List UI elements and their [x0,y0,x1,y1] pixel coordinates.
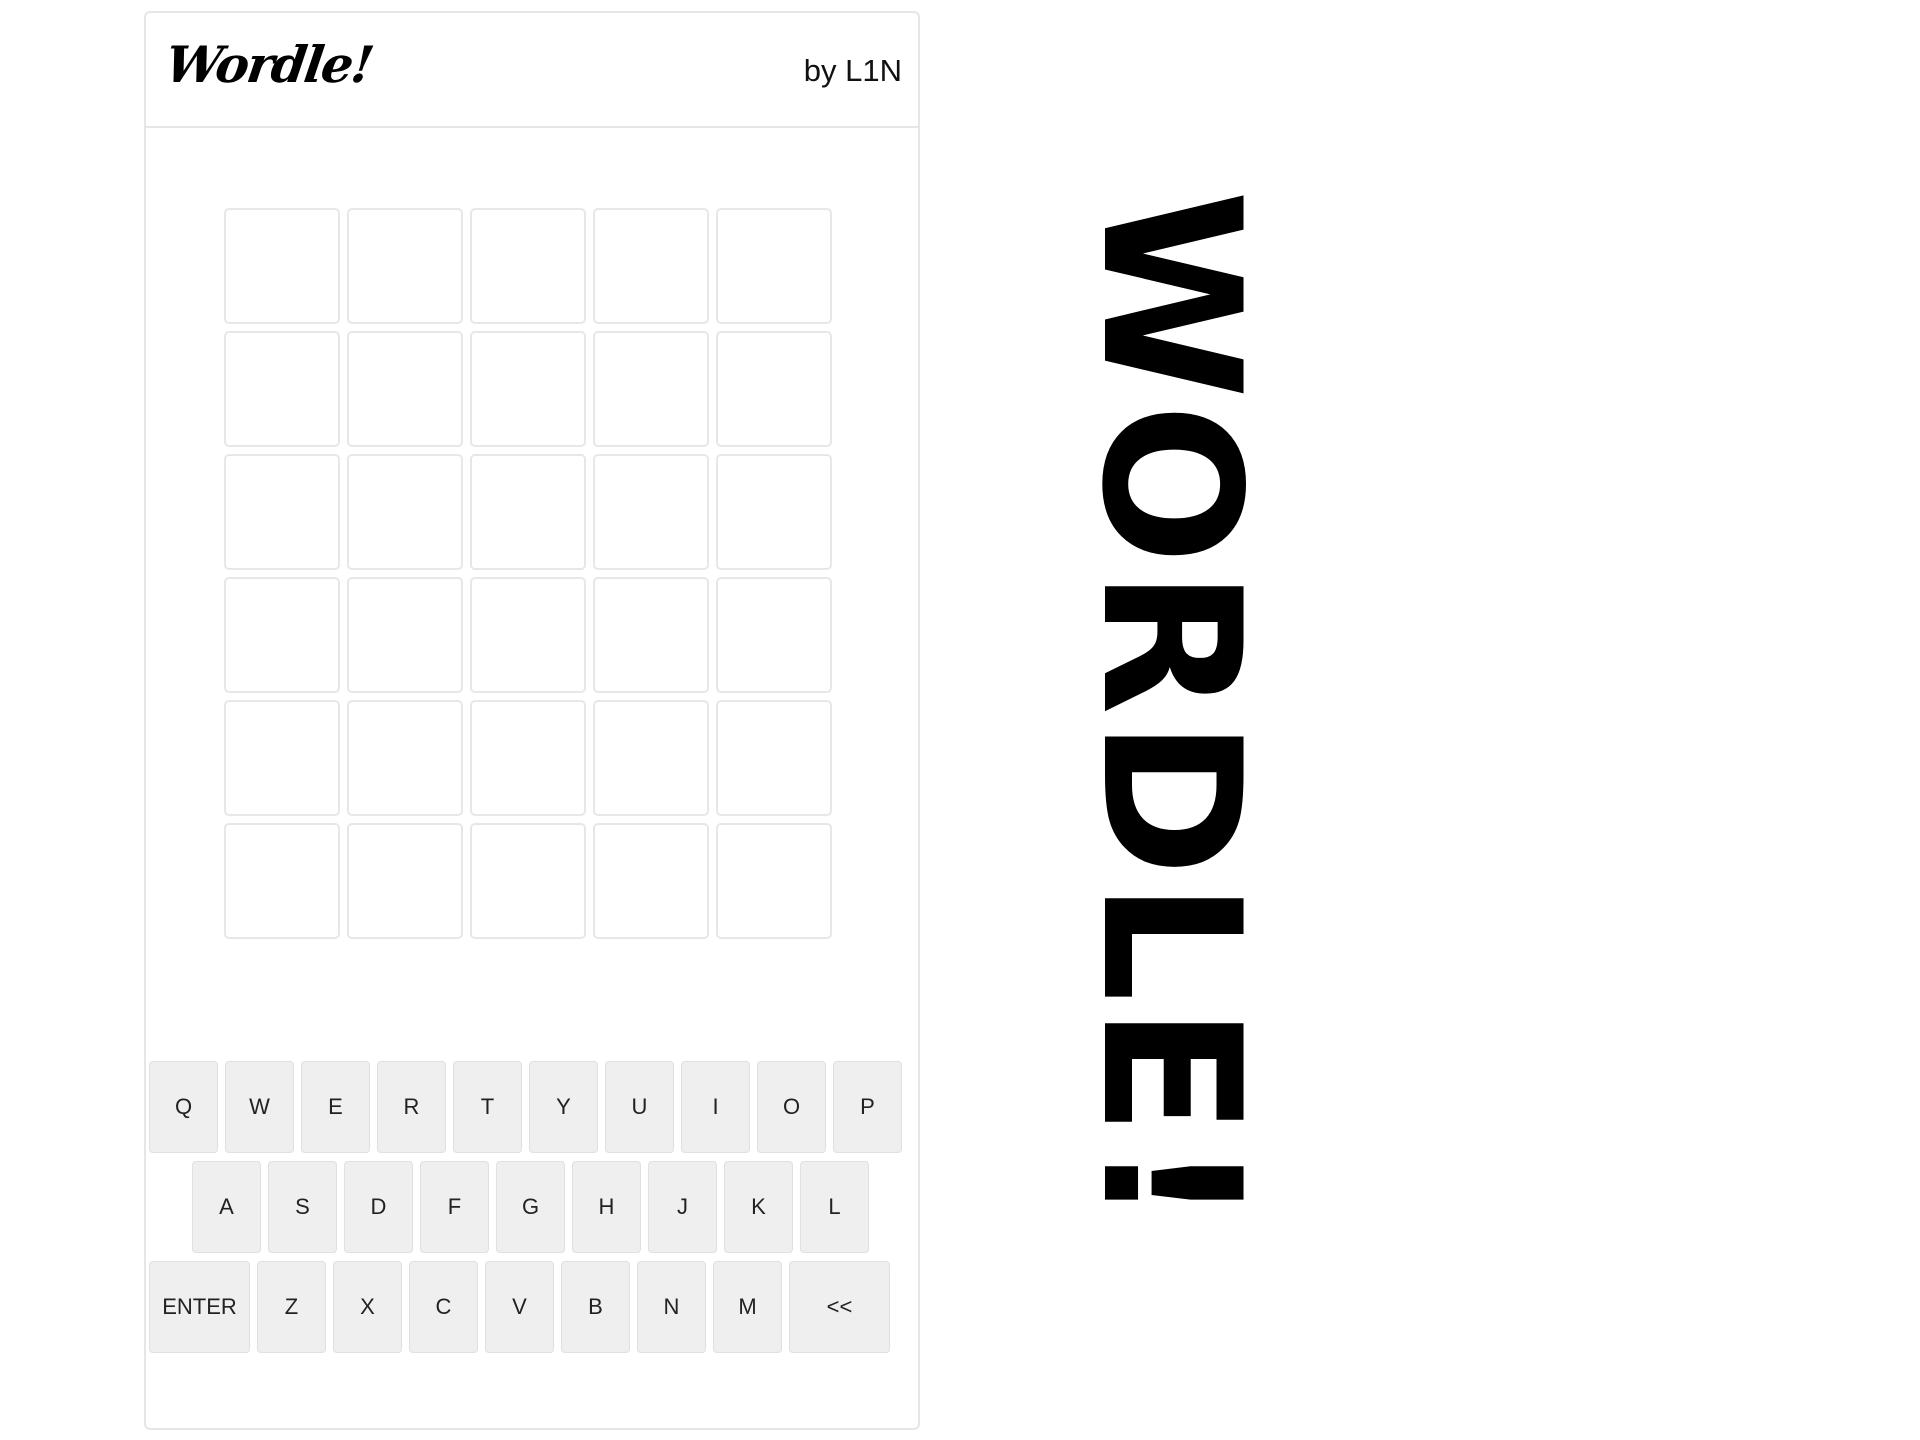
key-e[interactable]: E [301,1061,370,1153]
board-tile [470,331,586,447]
wordle-logo: Wordle! [161,35,376,94]
key-b[interactable]: B [561,1261,630,1353]
key-y[interactable]: Y [529,1061,598,1153]
keyboard-row-1: Q W E R T Y U I O P [149,1061,902,1153]
key-n[interactable]: N [637,1261,706,1353]
keyboard-row-3: ENTER Z X C V B N M << [149,1261,890,1353]
board-tile [470,823,586,939]
key-t[interactable]: T [453,1061,522,1153]
key-p[interactable]: P [833,1061,902,1153]
key-d[interactable]: D [344,1161,413,1253]
wordle-app-panel: Wordle! by L1N Q W E R T Y U I O P A S D… [144,11,920,1430]
key-a[interactable]: A [192,1161,261,1253]
board-tile [224,700,340,816]
board-tile [470,454,586,570]
board-tile [716,454,832,570]
board-tile [716,823,832,939]
board-tile [224,454,340,570]
board-tile [224,823,340,939]
key-z[interactable]: Z [257,1261,326,1353]
board-tile [593,577,709,693]
board-tile [593,208,709,324]
key-s[interactable]: S [268,1161,337,1253]
board-tile [224,577,340,693]
board-tile [716,577,832,693]
key-u[interactable]: U [605,1061,674,1153]
keyboard-row-2: A S D F G H J K L [192,1161,869,1253]
key-l[interactable]: L [800,1161,869,1253]
board-tile [347,700,463,816]
key-g[interactable]: G [496,1161,565,1253]
key-i[interactable]: I [681,1061,750,1153]
board-tile [593,331,709,447]
key-k[interactable]: K [724,1161,793,1253]
board-tile [593,823,709,939]
wordle-vertical-banner: WORDLE! [1060,189,1281,1231]
key-f[interactable]: F [420,1161,489,1253]
author-byline: by L1N [803,53,902,88]
board-tile [347,454,463,570]
key-h[interactable]: H [572,1161,641,1253]
game-board [224,208,832,939]
key-m[interactable]: M [713,1261,782,1353]
key-j[interactable]: J [648,1161,717,1253]
enter-key[interactable]: ENTER [149,1261,250,1353]
key-v[interactable]: V [485,1261,554,1353]
board-tile [347,577,463,693]
board-tile [470,577,586,693]
board-tile [470,700,586,816]
board-tile [593,700,709,816]
board-tile [593,454,709,570]
key-q[interactable]: Q [149,1061,218,1153]
app-header: Wordle! by L1N [146,13,918,128]
board-tile [716,700,832,816]
key-c[interactable]: C [409,1261,478,1353]
key-w[interactable]: W [225,1061,294,1153]
board-tile [716,331,832,447]
board-tile [347,331,463,447]
key-o[interactable]: O [757,1061,826,1153]
board-tile [347,823,463,939]
board-tile [470,208,586,324]
board-tile [224,208,340,324]
backspace-key[interactable]: << [789,1261,890,1353]
board-tile [224,331,340,447]
key-x[interactable]: X [333,1261,402,1353]
board-tile [347,208,463,324]
key-r[interactable]: R [377,1061,446,1153]
board-tile [716,208,832,324]
